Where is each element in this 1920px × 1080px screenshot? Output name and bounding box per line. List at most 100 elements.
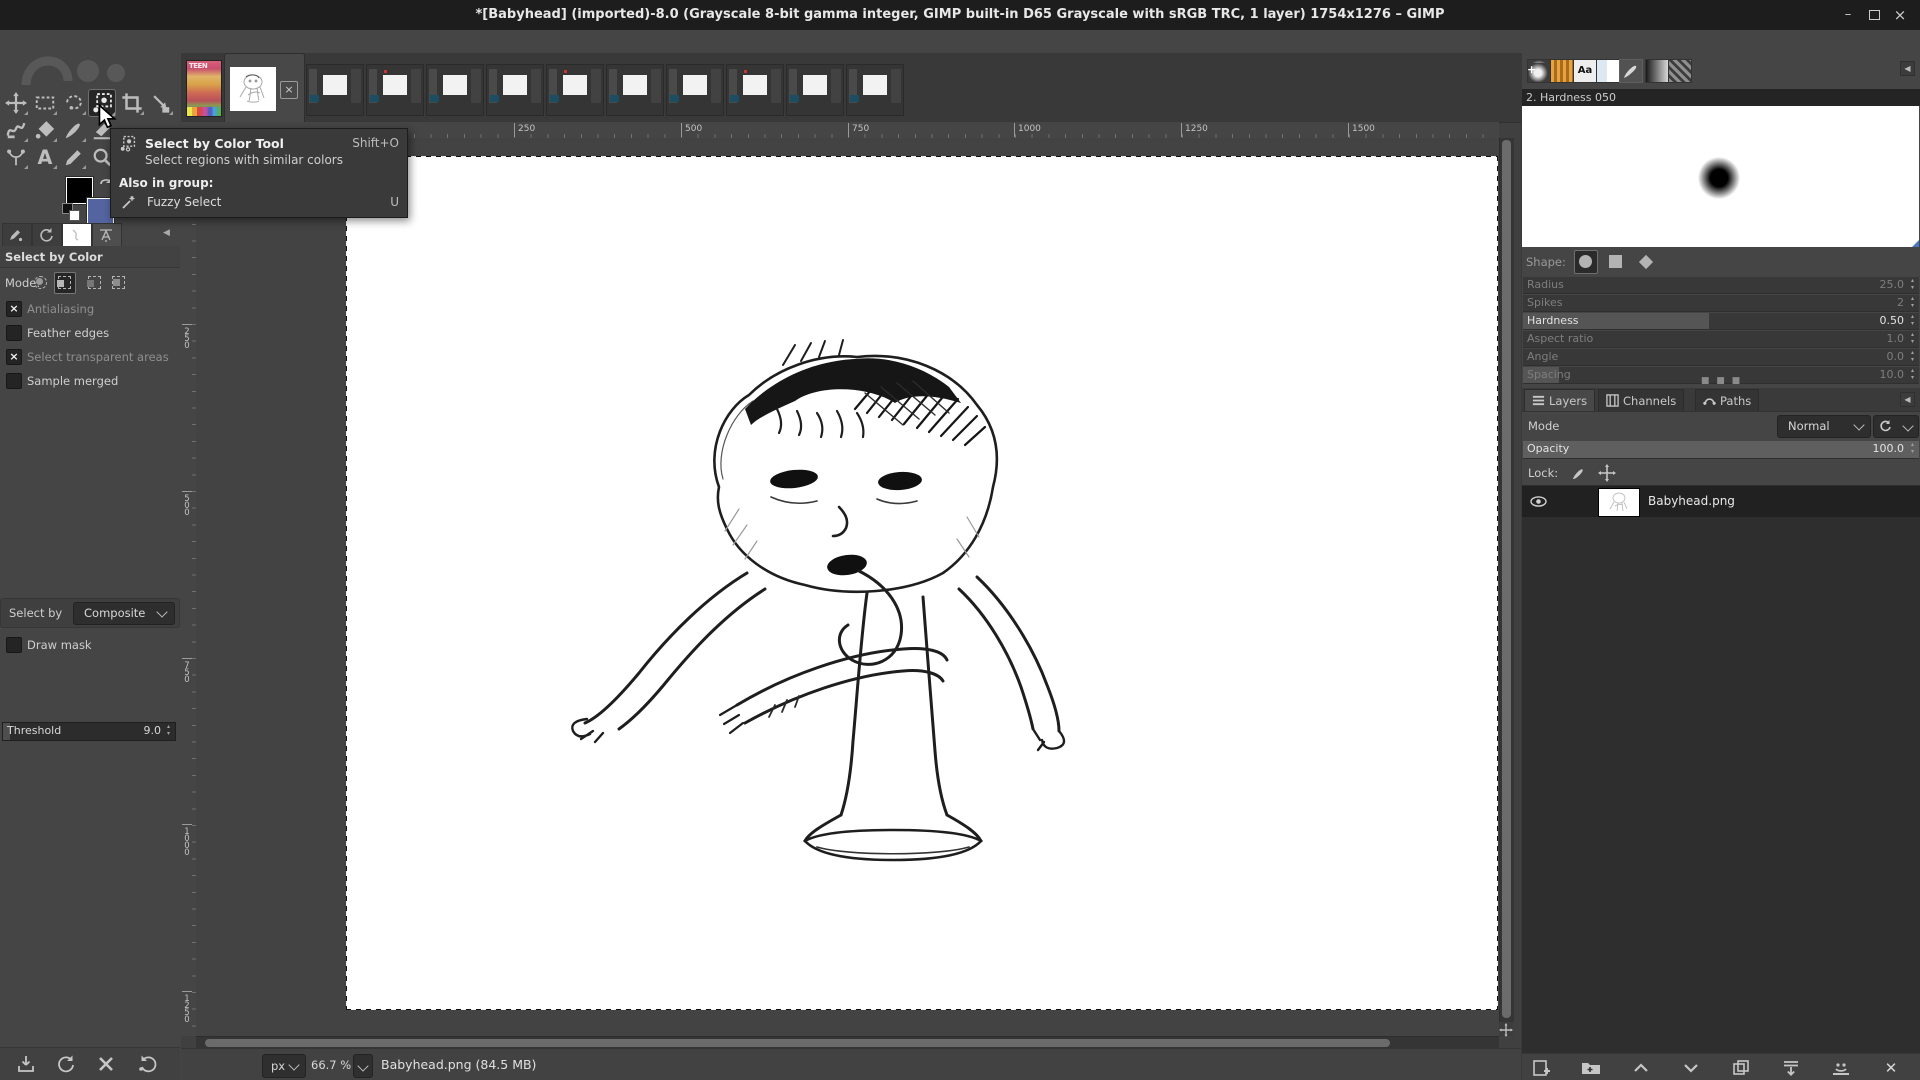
canvas-viewport[interactable] bbox=[196, 138, 1499, 1036]
antialiasing-checkbox[interactable]: × bbox=[6, 301, 22, 317]
select-transparent-checkbox[interactable]: × bbox=[6, 349, 22, 365]
aspect-ratio-slider[interactable]: Aspect ratio 1.0 ▴▾ bbox=[1523, 331, 1919, 348]
tab-layers[interactable]: Layers bbox=[1524, 389, 1595, 411]
vertical-scrollbar[interactable] bbox=[1499, 138, 1514, 1022]
text-tool[interactable]: A bbox=[33, 145, 57, 169]
resize-handle-icon[interactable] bbox=[1912, 240, 1919, 247]
mode-intersect-button[interactable] bbox=[108, 272, 130, 294]
minimize-icon[interactable]: – bbox=[1840, 7, 1856, 23]
lock-pixels-icon[interactable] bbox=[1570, 464, 1588, 482]
tab-images-easel[interactable] bbox=[92, 223, 122, 246]
image-tab-mini[interactable] bbox=[426, 64, 484, 116]
spinner[interactable]: ▴▾ bbox=[1907, 349, 1918, 365]
free-select-tool[interactable] bbox=[62, 91, 86, 115]
lower-layer-button[interactable] bbox=[1680, 1057, 1702, 1079]
crop-tool[interactable] bbox=[120, 91, 144, 115]
spinner[interactable]: ▴▾ bbox=[1907, 331, 1918, 347]
image-tab-mini[interactable] bbox=[486, 64, 544, 116]
delete-button[interactable] bbox=[96, 1054, 116, 1074]
lock-position-icon[interactable] bbox=[1598, 464, 1616, 482]
zoom-value[interactable]: 66.7 % bbox=[311, 1058, 351, 1072]
tab-channels[interactable]: Channels bbox=[1598, 389, 1684, 411]
threshold-spinner[interactable]: ▴▾ bbox=[163, 723, 174, 740]
image-tab-mini[interactable] bbox=[606, 64, 664, 116]
tab-image-thumbnail[interactable] bbox=[62, 223, 92, 246]
spinner[interactable]: ▴▾ bbox=[1907, 277, 1918, 293]
warp-tool[interactable] bbox=[4, 118, 28, 142]
image-tab-active[interactable]: × bbox=[224, 53, 305, 123]
mode-replace-button[interactable] bbox=[30, 272, 52, 294]
image-tab-mini[interactable] bbox=[846, 64, 904, 116]
paintbrush-tool[interactable] bbox=[62, 118, 86, 142]
rectangle-select-tool[interactable] bbox=[33, 91, 57, 115]
opacity-slider[interactable]: Opacity 100.0 ▴▾ bbox=[1523, 441, 1919, 459]
image-tab-mini[interactable] bbox=[546, 64, 604, 116]
threshold-slider[interactable]: Threshold 9.0 ▴▾ bbox=[2, 722, 176, 741]
sample-merged-checkbox[interactable]: × bbox=[6, 373, 22, 389]
maximize-icon[interactable] bbox=[1866, 7, 1882, 23]
anchor-layer-button[interactable] bbox=[1830, 1057, 1852, 1079]
spinner[interactable]: ▴▾ bbox=[1907, 313, 1918, 329]
tab-palettes[interactable] bbox=[1668, 59, 1692, 83]
image-tab-mini[interactable] bbox=[786, 64, 844, 116]
navigation-button[interactable] bbox=[1499, 1022, 1513, 1036]
layer-row[interactable]: Babyhead.png bbox=[1522, 486, 1920, 517]
image-tab-mini[interactable] bbox=[366, 64, 424, 116]
mode-add-button[interactable] bbox=[54, 272, 76, 294]
image-tab-mini[interactable] bbox=[306, 64, 364, 116]
layer-mode-dropdown[interactable]: Normal bbox=[1777, 415, 1871, 438]
move-tool[interactable] bbox=[4, 91, 28, 115]
zoom-dropdown[interactable] bbox=[353, 1054, 373, 1078]
new-layer-button[interactable] bbox=[1530, 1057, 1552, 1079]
panel-grip[interactable]: ■ ■ ■ bbox=[1522, 378, 1920, 387]
ink-tool[interactable] bbox=[62, 145, 86, 169]
bucket-fill-tool[interactable] bbox=[33, 118, 57, 142]
visibility-eye-icon[interactable] bbox=[1530, 493, 1547, 510]
angle-slider[interactable]: Angle 0.0 ▴▾ bbox=[1523, 349, 1919, 366]
feather-edges-checkbox[interactable]: × bbox=[6, 325, 22, 341]
tab-document-history[interactable] bbox=[1596, 59, 1620, 83]
tab-fonts[interactable]: Aa bbox=[1573, 59, 1597, 83]
tab-brushes[interactable]: + bbox=[1527, 59, 1551, 83]
spikes-slider[interactable]: Spikes 2 ▴▾ bbox=[1523, 295, 1919, 312]
tab-brush-editor[interactable] bbox=[1619, 59, 1643, 83]
revert-button[interactable] bbox=[56, 1054, 76, 1074]
mode-subtract-button[interactable] bbox=[84, 272, 106, 294]
radius-slider[interactable]: Radius 25.0 ▴▾ bbox=[1523, 277, 1919, 294]
default-colors-icon[interactable] bbox=[62, 203, 82, 223]
unified-transform-tool[interactable] bbox=[149, 91, 173, 115]
shape-diamond-button[interactable] bbox=[1634, 250, 1658, 274]
canvas-image[interactable] bbox=[347, 157, 1497, 1009]
close-icon[interactable]: × bbox=[1892, 7, 1908, 23]
tab-gradients[interactable] bbox=[1645, 59, 1669, 83]
spinner[interactable]: ▴▾ bbox=[1907, 441, 1918, 458]
paths-tool[interactable] bbox=[4, 145, 28, 169]
merge-down-button[interactable] bbox=[1780, 1057, 1802, 1079]
shape-circle-button[interactable] bbox=[1574, 250, 1598, 274]
unit-dropdown[interactable]: px bbox=[262, 1054, 306, 1078]
panel-collapse-icon[interactable]: ◀ bbox=[1900, 61, 1915, 76]
save-preset-button[interactable] bbox=[16, 1054, 36, 1074]
raise-layer-button[interactable] bbox=[1630, 1057, 1652, 1079]
tab-tool-options[interactable] bbox=[2, 223, 32, 246]
panel-collapse-icon[interactable]: ◀ bbox=[1900, 392, 1915, 407]
tab-device-status[interactable] bbox=[32, 223, 62, 246]
delete-layer-button[interactable]: ✕ bbox=[1880, 1057, 1902, 1079]
image-tab-magazine[interactable]: TEEN bbox=[186, 60, 222, 117]
select-by-dropdown[interactable]: Composite bbox=[73, 602, 175, 625]
hardness-slider[interactable]: Hardness 0.50 ▴▾ bbox=[1523, 313, 1919, 330]
tab-paths[interactable]: Paths bbox=[1695, 389, 1759, 411]
tab-patterns[interactable] bbox=[1550, 59, 1574, 83]
layer-mode-switch-button[interactable] bbox=[1873, 415, 1919, 438]
shape-square-button[interactable] bbox=[1604, 250, 1628, 274]
close-tab-icon[interactable]: × bbox=[280, 81, 298, 99]
spinner[interactable]: ▴▾ bbox=[1907, 295, 1918, 311]
duplicate-layer-button[interactable] bbox=[1730, 1057, 1752, 1079]
image-tab-mini[interactable] bbox=[666, 64, 724, 116]
vertical-ruler[interactable]: 250 500 750 1000 1250 bbox=[181, 138, 197, 1036]
new-group-button[interactable] bbox=[1580, 1057, 1602, 1079]
dock-menu-icon[interactable]: ◀ bbox=[163, 228, 170, 238]
image-tab-mini[interactable] bbox=[726, 64, 784, 116]
draw-mask-checkbox[interactable]: × bbox=[6, 637, 22, 653]
lock-alpha-icon[interactable] bbox=[1626, 464, 1644, 482]
